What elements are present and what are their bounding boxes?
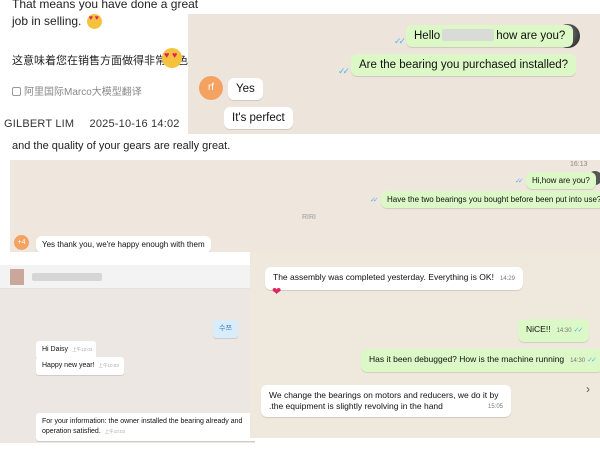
- sender-name: GILBERT LIM: [4, 118, 75, 130]
- message-text: NiCE!!: [526, 324, 551, 334]
- chat-header: [0, 265, 255, 289]
- message-en: That means you have done a great job in …: [12, 0, 199, 28]
- message-text: Hi Daisy: [42, 346, 69, 353]
- outgoing-message: Hello how are you?: [406, 25, 574, 47]
- incoming-message: It's perfect: [224, 107, 293, 129]
- outgoing-message: Are the bearing you purchased installed?: [351, 54, 577, 76]
- incoming-message: For your information: the owner installe…: [36, 413, 255, 441]
- avatar: +4: [14, 235, 29, 250]
- outgoing-message: Have the two bearings you bought before …: [381, 191, 600, 208]
- message-text: For your information: the owner installe…: [42, 418, 243, 435]
- heart-eyes-emoji-icon: [86, 14, 102, 30]
- redacted-name: [442, 29, 495, 41]
- message-text: That means you have done a great job in …: [12, 0, 212, 30]
- outgoing-message: Has it been debugged? How is the machine…: [361, 349, 600, 372]
- message-time: 15:05: [487, 404, 503, 410]
- message-text: and the quality of your gears are really…: [12, 140, 231, 152]
- message-time: 14:30: [556, 328, 572, 334]
- read-receipt-icon: ✓✓: [338, 66, 350, 76]
- chevron-right-icon[interactable]: ›: [586, 382, 598, 406]
- read-receipt-icon: ✓✓: [394, 36, 406, 46]
- incoming-message: Yes: [228, 78, 263, 100]
- incoming-message: The assembly was completed yesterday. Ev…: [265, 267, 523, 290]
- whatsapp-chat-panel: The assembly was completed yesterday. Ev…: [250, 252, 600, 438]
- message-text: We change the bearings on motors and red…: [269, 390, 499, 411]
- translation-note: 阿里国际Marco大模型翻译: [12, 83, 142, 98]
- heart-reaction-icon: ❤: [272, 286, 282, 298]
- heart-eyes-emoji-icon: [162, 48, 182, 68]
- read-receipt-icon: ✓✓: [370, 197, 379, 204]
- read-receipt-icon: ✓✓: [515, 178, 524, 185]
- message-text: how are you?: [496, 30, 566, 42]
- sender-line: GILBERT LIM 2025-10-16 14:02: [4, 118, 180, 130]
- read-receipt-icon: ✓✓: [573, 327, 584, 334]
- message-time: 上午10:03: [72, 347, 93, 352]
- whatsapp-chat-panel: ✓✓ Hello how are you? ✓✓ Are the bearing …: [188, 14, 600, 134]
- outgoing-message: NiCE!! 14:30 ✓✓: [518, 319, 590, 342]
- wechat-chat-panel: 수쯔 Hi Daisy 上午10:03 Happy new year! 上午10:0…: [0, 265, 255, 443]
- message-text: Has it been debugged? How is the machine…: [369, 354, 565, 364]
- message-text: The assembly was completed yesterday. Ev…: [273, 272, 494, 282]
- incoming-message: Yes thank you, we're happy enough with t…: [36, 236, 211, 252]
- incoming-message: Happy new year! 上午10:03: [36, 357, 124, 375]
- incoming-message: We change the bearings on motors and red…: [261, 385, 511, 417]
- read-receipt-icon: ✓✓: [587, 357, 597, 364]
- translate-icon: [12, 87, 21, 96]
- sender-timestamp: 2025-10-16 14:02: [89, 118, 180, 130]
- outgoing-message: Hi,how are you?: [526, 172, 596, 189]
- redacted-name: [32, 273, 102, 281]
- outgoing-message: 수쯔: [213, 320, 238, 338]
- message-time: 14:29: [499, 276, 515, 282]
- message-text: Hello: [414, 30, 441, 42]
- translation-label: 阿里国际Marco大模型翻译: [24, 87, 142, 98]
- avatar: [10, 269, 24, 285]
- message-time: 14:30: [570, 358, 586, 364]
- whatsapp-chat-panel: 16:13 ✓✓ Hi,how are you? ✓✓ Have the two…: [10, 160, 600, 252]
- avatar: rf: [199, 76, 223, 100]
- message-text: Happy new year!: [42, 362, 95, 369]
- message-time: 上午10:03: [104, 429, 126, 434]
- message-time: 上午10:03: [98, 363, 119, 368]
- watermark: RIRI: [302, 214, 316, 221]
- message-time: 16:13: [570, 161, 588, 168]
